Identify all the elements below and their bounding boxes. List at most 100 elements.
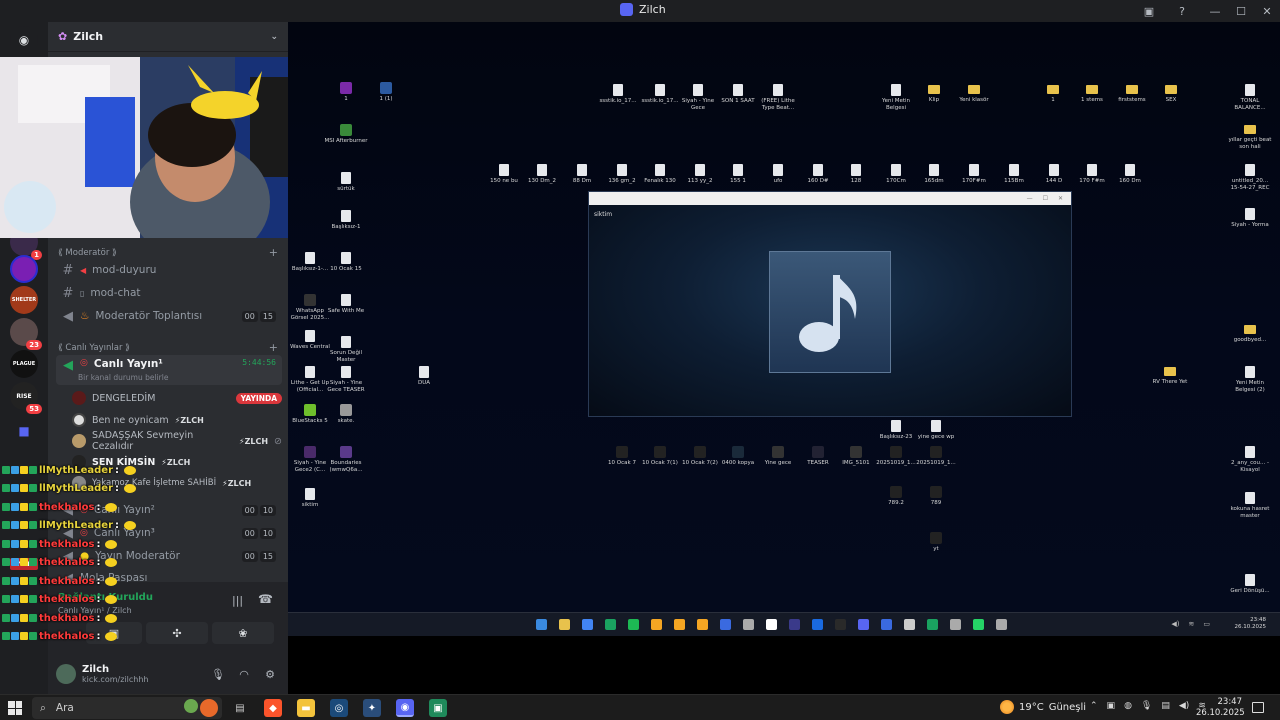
desktop-icon[interactable]: skate. [324,404,368,425]
search-box[interactable]: ⌕ Ara [32,697,222,719]
desktop-icon[interactable]: Fenalık 130 [638,164,682,185]
server-rise[interactable]: RISE 53 [10,382,42,414]
desktop-icon[interactable]: 1 [324,82,368,103]
tray-app-icon[interactable]: ▤ [1161,701,1170,711]
desktop-icon[interactable]: 20251019_1... [874,446,918,467]
inner-taskbar-app-icon[interactable] [927,619,938,630]
add-channel-icon[interactable]: + [269,341,278,354]
server-header[interactable]: ✿ Zilch ⌄ [48,22,288,52]
close-button[interactable]: ✕ [1254,0,1280,22]
noise-suppression-icon[interactable]: ||| [232,594,243,607]
desktop-icon[interactable]: Geri Dönüşü... [1228,574,1272,595]
desktop-icon[interactable]: untitled_20... 15-54-27_REC [1228,164,1272,191]
disconnect-icon[interactable]: ☎ [258,592,273,606]
inner-taskbar-app-icon[interactable] [996,619,1007,630]
settings-icon[interactable]: ⚙ [260,668,280,681]
desktop-icon[interactable]: siktim [288,488,332,509]
inner-taskbar-app-icon[interactable] [812,619,823,630]
minimize-button[interactable]: — [1202,0,1228,22]
desktop-icon[interactable]: goodbyed... [1228,324,1272,344]
desktop-icon[interactable]: 789.2 [874,486,918,507]
inner-taskbar-app-icon[interactable] [950,619,961,630]
inner-taskbar-app-icon[interactable] [605,619,616,630]
desktop-icon[interactable]: Yeni Metin Belgesi (2) [1228,366,1272,393]
microphone-icon[interactable]: 🎙 [208,668,228,681]
brave-icon[interactable]: ◆ [264,699,282,717]
desktop-icon[interactable]: 10 Ocak 15 [324,252,368,273]
chevron-up-icon[interactable]: ⌃ [1090,701,1098,711]
file-explorer-icon[interactable]: ▬ [297,699,315,717]
desktop-icon[interactable]: firststems [1110,84,1154,104]
server-icon[interactable]: 23 [10,318,42,350]
tray-app-icon[interactable]: ▣ [1107,701,1116,711]
weather-widget[interactable]: 19°C Güneşli [1000,700,1086,714]
steam-icon[interactable]: ◎ [330,699,348,717]
desktop-icon[interactable]: 170F#m [952,164,996,185]
inner-taskbar-app-icon[interactable] [835,619,846,630]
desktop-icon[interactable]: MSI Afterburner [324,124,368,145]
inner-taskbar-app-icon[interactable] [766,619,777,630]
desktop-icon[interactable]: 20251019_1... [914,446,958,467]
desktop-icon[interactable]: Safe With Me [324,294,368,315]
desktop-icon[interactable]: 165dm [912,164,956,185]
desktop-icon[interactable]: ssstik.io_17... [596,84,640,105]
discord-home-icon[interactable]: ◉ [10,26,38,54]
desktop-icon[interactable]: 0400 kopya [716,446,760,467]
microphone-icon[interactable]: 🎙 [1141,701,1152,711]
inner-taskbar-app-icon[interactable] [881,619,892,630]
desktop-icon[interactable]: kokuna hasret master [1228,492,1272,519]
desktop-icon[interactable]: Siyah - Yorma [1228,208,1272,229]
folder-icon[interactable]: ■ [10,417,38,445]
inner-taskbar-app-icon[interactable] [858,619,869,630]
channel-mod-duyuru[interactable]: # ◀ mod-duyuru [56,260,282,280]
desktop-icon[interactable]: Klip [912,84,956,104]
desktop-icon[interactable]: IMG_5101 [834,446,878,467]
desktop-icon[interactable]: 128 [834,164,878,185]
maximize-button[interactable]: ☐ [1228,0,1254,22]
voice-member[interactable]: Ben ne oynicam ⚡ZLCH [72,410,282,430]
media-player-window[interactable]: — ☐ ✕ siktim [588,191,1072,417]
desktop-icon[interactable]: Sorun Değil Master [324,336,368,363]
desktop-icon[interactable]: yıllar geçti beat son hali [1228,124,1272,150]
desktop-icon[interactable]: 10 Ocak 7(1) [638,446,682,467]
user-avatar[interactable] [56,664,76,684]
inner-taskbar-app-icon[interactable] [904,619,915,630]
voice-member[interactable]: DENGELEDİM YAYINDA [72,388,282,408]
app-icon[interactable]: ▣ [429,699,447,717]
help-icon[interactable]: ? [1162,0,1202,22]
desktop-icon[interactable]: Başlıksız-1 [324,210,368,231]
desktop-icon[interactable]: yine gece wp [914,420,958,441]
desktop-icon[interactable]: 160 Dm [1108,164,1152,185]
desktop-icon[interactable]: Başlıksız-23 [874,420,918,441]
taskbar-clock[interactable]: 23:47 26.10.2025 [1196,697,1245,719]
desktop-icon[interactable]: 88 Dm [560,164,604,185]
voice-member[interactable]: SADAŞŞAK Sevmeyin Cezalıdır ⚡ZLCH ⊘ [72,430,282,452]
desktop-icon[interactable]: SON 1 SAAT [716,84,760,105]
minimize-icon[interactable]: — [1027,195,1033,202]
desktop-icon[interactable]: Yeni klasör [952,84,996,104]
user-info[interactable]: Zilch kick.com/zilchhh [82,664,148,684]
channel-mod-chat[interactable]: # ▯ mod-chat [56,283,282,303]
close-icon[interactable]: ✕ [1058,195,1063,202]
category-live[interactable]: ⟪ Canlı Yayınlar ⟫ + [58,341,278,354]
server-shelter[interactable]: SHELTER [10,286,38,314]
inbox-icon[interactable]: ▣ [1136,0,1162,22]
desktop-icon[interactable]: 115Bm [992,164,1036,185]
desktop-icon[interactable]: Siyah - Yine Gece [676,84,720,111]
desktop-icon[interactable]: RV There Yet [1148,366,1192,386]
server-icon[interactable] [10,255,38,283]
server-plague[interactable]: PLAGUE [10,350,38,378]
inner-taskbar-app-icon[interactable] [536,619,547,630]
soundboard-button[interactable]: ❀ [212,622,274,644]
desktop-icon[interactable]: 1 [1031,84,1075,104]
desktop-icon[interactable]: 1 stems [1070,84,1114,104]
inner-taskbar-app-icon[interactable] [720,619,731,630]
channel-status[interactable]: Bir kanal durumu belirle [78,373,168,382]
desktop-icon[interactable]: (FREE) Lithe Type Beat... [756,84,800,111]
speaker-icon[interactable]: ◀) [1179,701,1189,711]
category-moderator[interactable]: ⟪ Moderatör ⟫ + [58,246,278,259]
add-channel-icon[interactable]: + [269,246,278,259]
notification-icon[interactable] [1252,702,1264,713]
discord-icon[interactable]: ◉ [396,699,414,717]
maximize-icon[interactable]: ☐ [1043,195,1048,202]
